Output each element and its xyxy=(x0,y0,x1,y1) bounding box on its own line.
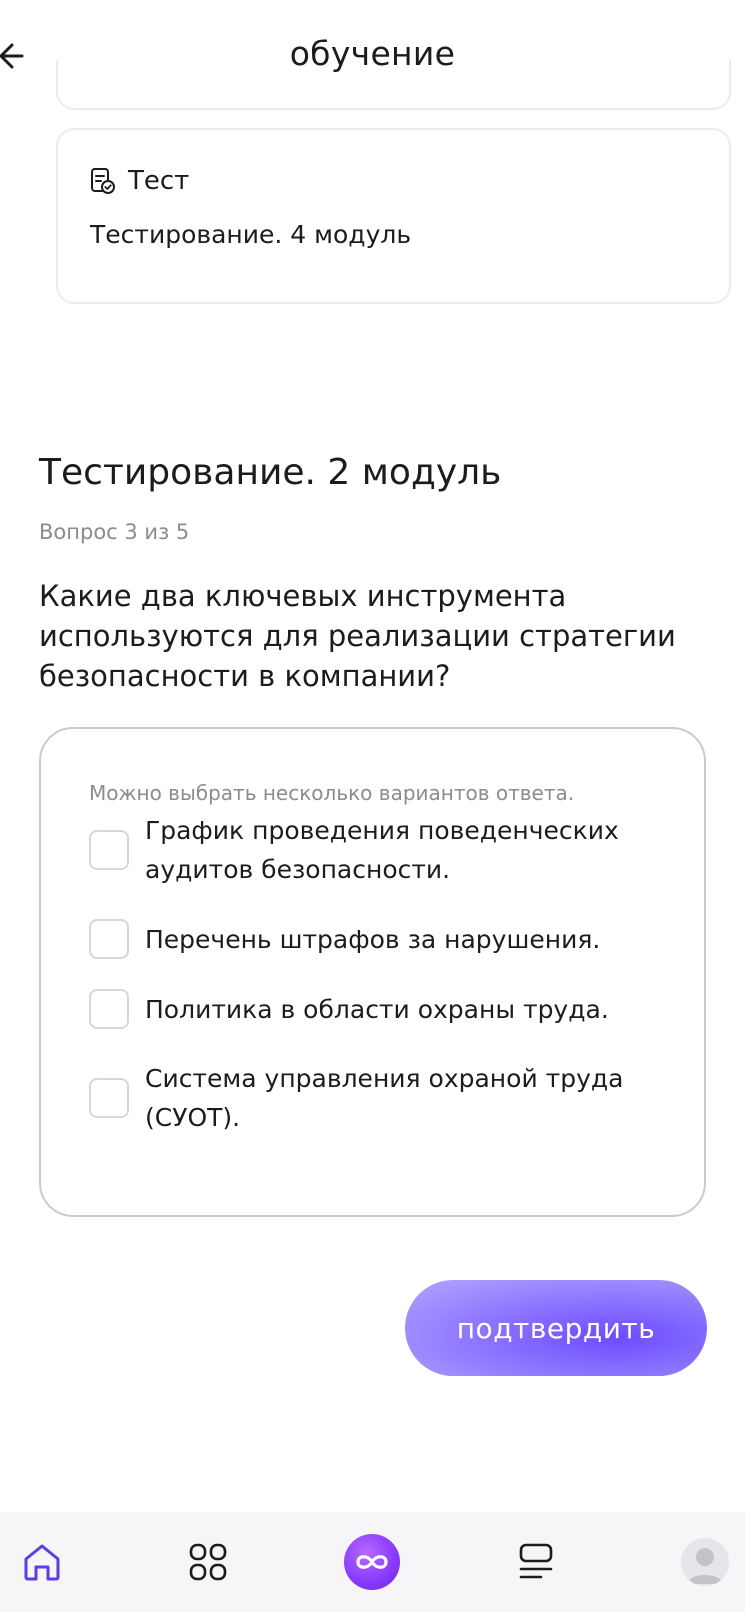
option-label: Политика в области охраны труда. xyxy=(145,994,609,1024)
answer-option-4[interactable]: Система управления охраной труда (СУОТ). xyxy=(89,1059,664,1137)
checkbox[interactable] xyxy=(89,830,129,870)
nav-catalog[interactable] xyxy=(180,1512,236,1612)
grid-icon xyxy=(189,1543,227,1581)
answer-option-2[interactable]: Перечень штрафов за нарушения. xyxy=(89,919,664,959)
avatar xyxy=(681,1538,729,1586)
nav-courses[interactable] xyxy=(508,1512,564,1612)
test-document-icon xyxy=(91,168,115,194)
home-icon xyxy=(24,1544,60,1581)
test-type-label: Тест xyxy=(128,166,190,196)
test-card[interactable]: Тест Тестирование. 4 модуль xyxy=(56,128,731,304)
infinity-icon xyxy=(356,1555,388,1569)
test-card-title: Тестирование. 4 модуль xyxy=(90,220,412,249)
confirm-button[interactable]: подтвердить xyxy=(405,1280,707,1376)
checkbox[interactable] xyxy=(89,989,129,1029)
list-icon xyxy=(519,1543,553,1579)
quiz-title: Тестирование. 2 модуль xyxy=(39,452,502,493)
answer-option-1[interactable]: График проведения поведенческих аудитов … xyxy=(89,811,664,889)
option-label: График проведения поведенческих аудитов … xyxy=(145,816,619,884)
checkbox[interactable] xyxy=(89,919,129,959)
answer-hint: Можно выбрать несколько вариантов ответа… xyxy=(89,781,575,805)
nav-profile[interactable] xyxy=(677,1512,733,1612)
checkbox[interactable] xyxy=(89,1078,129,1118)
nav-home[interactable] xyxy=(14,1512,70,1612)
question-counter: Вопрос 3 из 5 xyxy=(39,520,190,544)
answer-option-3[interactable]: Политика в области охраны труда. xyxy=(89,989,664,1029)
answer-options-panel: Можно выбрать несколько вариантов ответа… xyxy=(39,727,706,1217)
option-label: Система управления охраной труда (СУОТ). xyxy=(145,1064,624,1132)
option-label: Перечень штрафов за нарушения. xyxy=(145,924,601,954)
user-icon xyxy=(687,1548,723,1584)
nav-center[interactable] xyxy=(342,1512,402,1612)
center-action xyxy=(344,1534,400,1590)
previous-card[interactable] xyxy=(56,60,731,110)
question-text: Какие два ключевых инструмента использую… xyxy=(39,579,676,693)
bottom-navigation xyxy=(0,1512,745,1612)
test-type: Тест xyxy=(90,166,189,196)
